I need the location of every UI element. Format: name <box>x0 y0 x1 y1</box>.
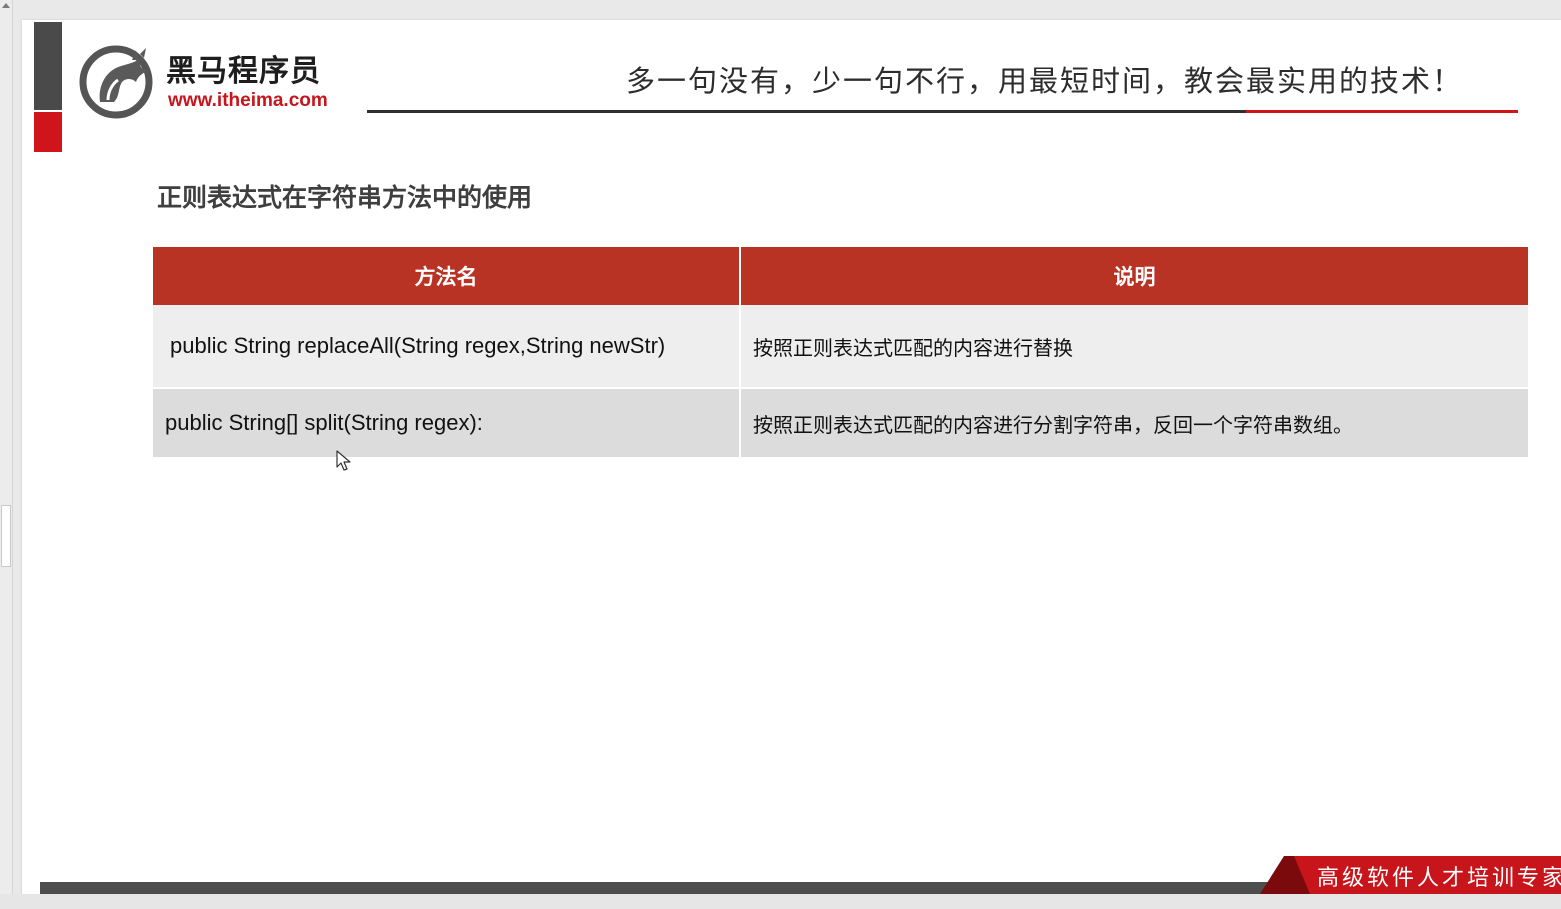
mouse-pointer-icon <box>336 450 351 471</box>
methods-table: 方法名 说明 public String replaceAll(String r… <box>153 247 1528 457</box>
table-header-row: 方法名 说明 <box>153 247 1528 305</box>
table-row: public String[] split(String regex): 按照正… <box>153 388 1528 457</box>
brand-name: 黑马程序员 <box>166 54 321 89</box>
description-cell: 按照正则表达式匹配的内容进行分割字符串，反回一个字符串数组。 <box>740 388 1528 457</box>
header-accent-red <box>34 112 62 152</box>
slide-canvas: 黑马程序员 www.itheima.com 多一句没有，少一句不行，用最短时间，… <box>22 20 1561 894</box>
header-divider-accent <box>1246 110 1518 113</box>
column-header-description: 说明 <box>740 247 1528 305</box>
column-header-method: 方法名 <box>153 247 741 305</box>
bottom-strip <box>0 894 1561 909</box>
header-accent-gray <box>34 22 62 110</box>
method-cell: public String[] split(String regex): <box>153 388 741 457</box>
vertical-scrollbar[interactable] <box>0 0 13 909</box>
header-divider <box>367 110 1247 113</box>
brand-url: www.itheima.com <box>168 90 328 111</box>
scroll-up-icon[interactable] <box>2 3 10 8</box>
section-title: 正则表达式在字符串方法中的使用 <box>157 183 533 212</box>
footer-tagline: 高级软件人才培训专家 <box>1317 866 1561 891</box>
table-row: public String replaceAll(String regex,St… <box>153 305 1528 389</box>
scroll-thumb[interactable] <box>1 505 11 567</box>
brand-logo: 黑马程序员 www.itheima.com <box>78 42 342 122</box>
description-cell: 按照正则表达式匹配的内容进行替换 <box>740 305 1528 389</box>
method-cell: public String replaceAll(String regex,St… <box>153 305 741 389</box>
horse-logo-icon <box>79 45 153 119</box>
header-slogan: 多一句没有，少一句不行，用最短时间，教会最实用的技术！ <box>626 64 1464 98</box>
